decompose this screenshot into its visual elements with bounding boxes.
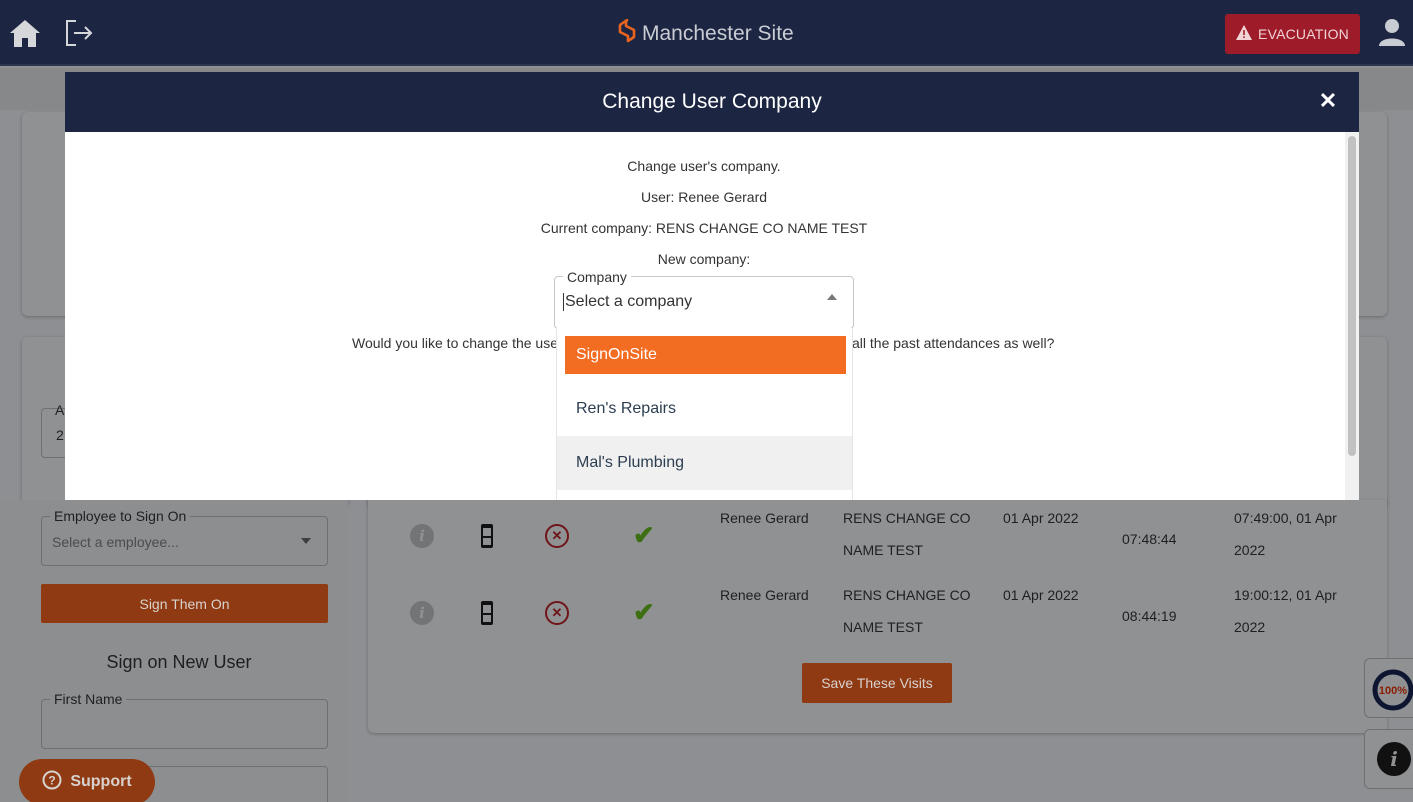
employee-select-label: Employee to Sign On [50,508,191,524]
info-icon[interactable]: i [410,524,434,548]
visit-time-out-line1: 07:49:00, 01 Apr [1234,510,1337,526]
current-company-text: Current company: RENS CHANGE CO NAME TES… [540,220,868,236]
delete-visit-icon[interactable]: ✕ [545,601,569,625]
warning-icon [1236,25,1253,43]
save-visits-button[interactable]: Save These Visits [802,663,952,703]
evacuation-button[interactable]: EVACUATION [1225,14,1360,54]
first-name-field[interactable]: First Name [41,691,328,749]
visit-company-line2: NAME TEST [843,619,923,635]
company-option-signonsite[interactable]: SignOnSite [565,336,846,374]
visit-time-in: 08:44:19 [1122,608,1177,624]
employee-select-placeholder: Select a employee... [52,534,179,550]
intro-text: Change user's company. [627,158,781,174]
sign-on-new-user-heading: Sign on New User [106,652,252,672]
visit-time-out-line1: 19:00:12, 01 Apr [1234,587,1337,603]
home-icon[interactable] [8,16,42,50]
new-company-text: New company: [657,251,751,267]
support-button[interactable]: ? Support [19,759,155,802]
progress-widget[interactable]: 100% [1364,658,1413,718]
info-icon: i [1377,742,1411,776]
company-select-label: Company [563,269,631,285]
left-panel: Employee to Sign On Select a employee...… [0,500,348,802]
modal-header: Change User Company [65,72,1359,132]
question-text-right: all the past attendances as well? [852,335,1055,351]
visits-card: i ✕ ✔ Renee Gerard RENS CHANGE CO NAME T… [368,500,1387,733]
visit-company-line1: RENS CHANGE CO [843,510,971,526]
visit-company-line2: NAME TEST [843,542,923,558]
first-name-label: First Name [50,691,127,707]
site-title: Manchester Site [618,18,794,49]
company-option-mals-plumbing[interactable]: Mal's Plumbing [557,436,852,490]
question-text-left: Would you like to change the use [352,335,558,351]
company-dropdown-list: SignOnSite Ren's Repairs Mal's Plumbing [556,328,853,500]
info-icon[interactable]: i [410,601,434,625]
site-name: Manchester Site [642,22,794,45]
change-company-modal: Change User Company ✕ Change user's comp… [65,72,1359,500]
visit-name: Renee Gerard [720,510,809,526]
visit-time-out-line2: 2022 [1234,619,1266,635]
visit-date: 01 Apr 2022 [1003,510,1079,526]
logout-icon[interactable] [61,16,95,50]
help-icon: ? [42,770,62,795]
close-icon[interactable]: ✕ [1317,88,1339,113]
sign-them-on-button[interactable]: Sign Them On [41,584,328,623]
company-option-rens-repairs[interactable]: Ren's Repairs [557,382,852,436]
svg-text:?: ? [49,773,56,787]
modal-scrollbar[interactable] [1345,132,1359,500]
visit-name: Renee Gerard [720,587,809,603]
progress-value: 100% [1379,685,1407,697]
checkmark-icon: ✔ [633,520,655,550]
info-widget[interactable]: i [1364,729,1413,789]
chevron-down-icon [301,538,311,544]
company-search-input[interactable]: Select a company [563,293,692,311]
partial-field-value: 2 [56,427,64,443]
progress-ring-icon: 100% [1372,669,1413,711]
visit-time-in: 07:48:44 [1122,531,1177,547]
visit-company-line1: RENS CHANGE CO [843,587,971,603]
company-select[interactable]: Company Select a company [554,269,854,329]
scrollbar-thumb[interactable] [1348,136,1356,456]
top-navbar: Manchester Site EVACUATION [0,0,1413,66]
support-label: Support [70,773,132,790]
user-profile-icon[interactable] [1378,18,1406,51]
visit-time-out-line2: 2022 [1234,542,1266,558]
mobile-phone-icon [481,601,493,625]
visit-date: 01 Apr 2022 [1003,587,1079,603]
delete-visit-icon[interactable]: ✕ [545,524,569,548]
site-logo-icon [618,18,636,49]
modal-title: Change User Company [602,90,822,113]
chevron-up-icon[interactable] [827,294,837,300]
employee-select[interactable]: Employee to Sign On Select a employee... [41,508,328,566]
user-text: User: Renee Gerard [640,189,768,205]
evacuation-label: EVACUATION [1258,26,1349,42]
partial-field-label: A [55,402,65,418]
checkmark-icon: ✔ [633,597,655,627]
mobile-phone-icon [481,524,493,548]
